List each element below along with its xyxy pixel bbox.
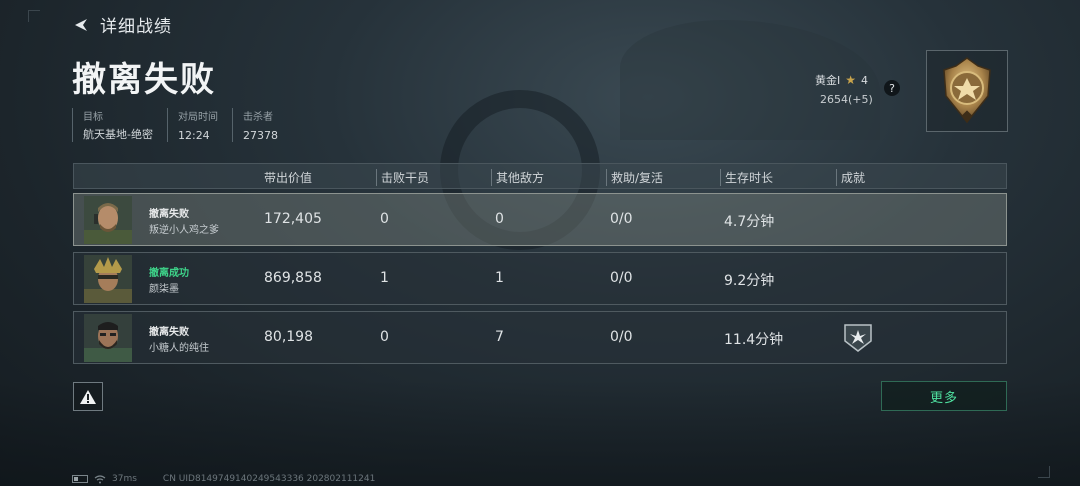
table-row[interactable]: 撤离失败 叛逆小人鸡之爹 172,405 0 0 0/0 4.7分钟: [73, 193, 1007, 246]
header-operators-killed: 击败干员: [376, 169, 429, 186]
back-button[interactable]: 详细战绩: [72, 12, 172, 37]
ping: 37ms: [112, 474, 137, 484]
player-status: 撤离失败: [149, 327, 189, 338]
assist-revive: 0/0: [610, 270, 633, 286]
report-button[interactable]: [73, 382, 103, 411]
warning-icon: [80, 389, 96, 404]
meta-key: 对局时间: [177, 112, 218, 123]
score-table: 带出价值 击败干员 其他敌方 救助/复活 生存时长 成就 撤离失败 叛逆小人鸡之…: [73, 163, 1007, 364]
table-row[interactable]: 撤离成功 颜柒墨 869,858 1 1 0/0 9.2分钟: [73, 252, 1007, 305]
match-meta: 目标 航天基地-绝密 对局时间 12:24 击杀者 27378: [72, 108, 292, 142]
operators-killed: 0: [380, 211, 389, 227]
status-footer: 37ms CN UID8149749140249543336 202802111…: [72, 474, 375, 484]
user-id: CN UID8149749140249543336 202802111241: [162, 474, 376, 484]
battery-icon: [72, 475, 88, 483]
meta-key: 击杀者: [242, 112, 273, 123]
other-enemies: 0: [495, 211, 504, 227]
back-label: 详细战绩: [100, 17, 172, 37]
operators-killed: 1: [380, 270, 389, 286]
meta-key: 目标: [83, 112, 103, 123]
carried-value: 869,858: [264, 270, 322, 286]
avatar: [84, 196, 132, 244]
operators-killed: 0: [380, 329, 389, 345]
avatar: [84, 255, 132, 303]
player-name: 颜柒墨: [149, 284, 179, 295]
meta-value: 27378: [242, 129, 278, 142]
survival-time: 4.7分钟: [724, 214, 775, 230]
survival-time: 11.4分钟: [724, 332, 784, 348]
meta-time: 对局时间 12:24: [166, 108, 232, 142]
assist-revive: 0/0: [610, 211, 633, 227]
gold-rank-emblem-icon: [943, 57, 991, 124]
player-status: 撤离成功: [149, 268, 189, 279]
meta-target: 目标 航天基地-绝密: [72, 108, 167, 142]
survival-time: 9.2分钟: [724, 273, 775, 289]
star-icon: ★: [845, 73, 857, 87]
player-status: 撤离失败: [149, 209, 189, 220]
corner-mark: [1038, 466, 1050, 478]
meta-value: 航天基地-绝密: [83, 128, 153, 141]
meta-killer: 击杀者 27378: [231, 108, 292, 142]
rank-tier: 黄金I: [815, 74, 841, 87]
achievement-badge-icon[interactable]: [842, 321, 874, 353]
table-header: 带出价值 击败干员 其他敌方 救助/复活 生存时长 成就: [73, 163, 1007, 189]
rank-badge[interactable]: [926, 50, 1008, 132]
avatar: [84, 314, 132, 362]
player-name: 小糖人的纯住: [149, 343, 209, 354]
header-other-enemies: 其他敌方: [491, 169, 544, 186]
page-title: 撤离失败: [72, 60, 216, 100]
other-enemies: 1: [495, 270, 504, 286]
header-carried-value: 带出价值: [264, 171, 313, 185]
assist-revive: 0/0: [610, 329, 633, 345]
table-row[interactable]: 撤离失败 小糖人的纯住 80,198 0 7 0/0 11.4分钟: [73, 311, 1007, 364]
other-enemies: 7: [495, 329, 504, 345]
header-survival-time: 生存时长: [720, 169, 773, 186]
more-button[interactable]: 更多: [881, 381, 1007, 411]
back-arrow-icon: [75, 18, 87, 31]
corner-mark: [28, 10, 40, 22]
rank-stars: 4: [861, 73, 869, 87]
header-assist-revive: 救助/复活: [606, 169, 663, 186]
wifi-icon: [94, 474, 106, 483]
player-name: 叛逆小人鸡之爹: [149, 225, 219, 236]
header-achievement: 成就: [836, 169, 865, 186]
carried-value: 172,405: [264, 211, 322, 227]
help-button[interactable]: ?: [884, 80, 900, 96]
meta-value: 12:24: [177, 129, 210, 142]
carried-value: 80,198: [264, 329, 313, 345]
